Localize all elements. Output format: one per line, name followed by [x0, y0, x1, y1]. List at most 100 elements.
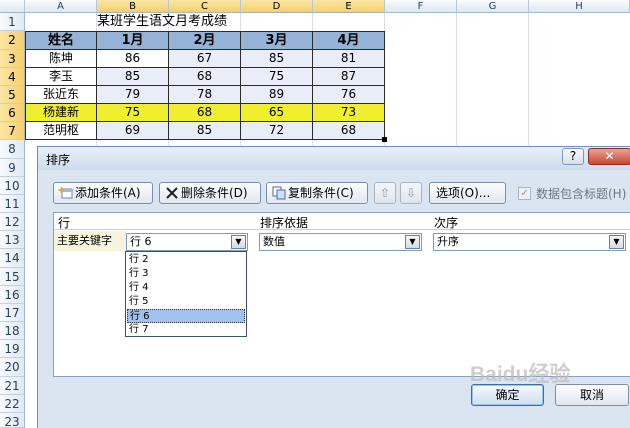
sheet-title[interactable]: 某班学生语文月考成绩	[97, 13, 227, 31]
row-header[interactable]: 19	[0, 340, 25, 358]
row-header[interactable]: 3	[0, 50, 25, 68]
score-cell[interactable]: 72	[241, 122, 313, 140]
score-cell-highlighted[interactable]: 73	[313, 104, 385, 122]
move-up-button[interactable]: ⇧	[374, 182, 396, 204]
header-cell-month[interactable]: 1月	[97, 31, 169, 50]
column-header-b[interactable]: B	[97, 0, 169, 13]
score-cell[interactable]: 81	[313, 50, 385, 68]
row-header[interactable]: 15	[0, 268, 25, 286]
delete-x-icon	[164, 186, 180, 200]
sort-on-value: 数值	[263, 235, 285, 248]
column-header-c[interactable]: C	[169, 0, 241, 13]
name-cell[interactable]: 张近东	[25, 86, 97, 104]
dialog-titlebar[interactable]: 排序 ? ✕	[38, 147, 630, 170]
score-cell[interactable]: 76	[313, 86, 385, 104]
help-button[interactable]: ?	[562, 148, 584, 165]
row-header[interactable]: 20	[0, 358, 25, 377]
delete-condition-label: 删除条件(D)	[181, 186, 248, 200]
row-header[interactable]: 10	[0, 177, 25, 195]
row-header[interactable]: 2	[0, 31, 25, 50]
arrow-down-icon: ⇩	[405, 186, 417, 200]
score-cell[interactable]: 69	[97, 122, 169, 140]
header-checkbox-label: 数据包含标题(H)	[536, 187, 627, 201]
score-cell[interactable]: 86	[97, 50, 169, 68]
name-cell[interactable]: 范明枢	[25, 122, 97, 140]
sort-on-select[interactable]: 数值 ▼	[259, 233, 422, 251]
name-cell-highlighted[interactable]: 杨建新	[25, 104, 97, 122]
column-label-row: 行	[58, 216, 71, 230]
dropdown-option[interactable]: 行 3	[127, 267, 245, 281]
score-cell[interactable]: 75	[241, 68, 313, 86]
copy-condition-label: 复制条件(C)	[288, 186, 354, 200]
header-cell-month[interactable]: 4月	[313, 31, 385, 50]
add-condition-label: 添加条件(A)	[75, 186, 141, 200]
copy-icon	[271, 186, 287, 200]
column-label-order: 次序	[434, 216, 459, 230]
row-header[interactable]: 7	[0, 122, 25, 140]
score-cell[interactable]: 87	[313, 68, 385, 86]
score-cell[interactable]: 79	[97, 86, 169, 104]
column-header-d[interactable]: D	[241, 0, 313, 13]
row-header[interactable]: 9	[0, 159, 25, 177]
score-cell[interactable]: 78	[169, 86, 241, 104]
dropdown-option[interactable]: 行 7	[127, 323, 245, 337]
row-header[interactable]: 14	[0, 249, 25, 268]
name-cell[interactable]: 陈坤	[25, 50, 97, 68]
svg-text:✚: ✚	[58, 186, 65, 195]
name-cell[interactable]: 李玉	[25, 68, 97, 86]
row-header[interactable]: 6	[0, 104, 25, 122]
header-cell-month[interactable]: 2月	[169, 31, 241, 50]
move-down-button[interactable]: ⇩	[400, 182, 422, 204]
score-cell[interactable]: 85	[169, 122, 241, 140]
row-header[interactable]: 5	[0, 86, 25, 104]
sort-key-select[interactable]: 行 6 ▼	[126, 233, 248, 251]
column-header-h[interactable]: H	[529, 0, 630, 13]
row-header[interactable]: 11	[0, 195, 25, 213]
header-checkbox[interactable]: ✓	[518, 187, 531, 200]
dropdown-option[interactable]: 行 2	[127, 253, 245, 267]
score-cell[interactable]: 67	[169, 50, 241, 68]
chevron-down-icon[interactable]: ▼	[231, 235, 246, 249]
column-header-a[interactable]: A	[25, 0, 97, 13]
score-cell[interactable]: 85	[97, 68, 169, 86]
row-header[interactable]: 4	[0, 68, 25, 86]
score-cell[interactable]: 85	[241, 50, 313, 68]
fill-handle[interactable]	[382, 137, 387, 142]
dropdown-option[interactable]: 行 5	[127, 295, 245, 309]
row-header[interactable]: 18	[0, 322, 25, 340]
row-header[interactable]: 22	[0, 395, 25, 413]
chevron-down-icon[interactable]: ▼	[609, 235, 624, 249]
row-header[interactable]: 8	[0, 140, 25, 159]
add-condition-icon: ✚	[58, 186, 74, 200]
delete-condition-button[interactable]: 删除条件(D)	[159, 182, 261, 204]
options-button[interactable]: 选项(O)...	[429, 182, 506, 204]
row-header[interactable]: 13	[0, 231, 25, 249]
column-header-f[interactable]: F	[385, 0, 457, 13]
score-cell-highlighted[interactable]: 75	[97, 104, 169, 122]
row-header[interactable]: 12	[0, 213, 25, 231]
order-select[interactable]: 升序 ▼	[433, 233, 626, 251]
row-header[interactable]: 21	[0, 377, 25, 395]
row-header[interactable]: 23	[0, 413, 25, 428]
column-header-e[interactable]: E	[313, 0, 385, 13]
select-all-corner[interactable]	[0, 0, 25, 13]
score-cell[interactable]: 68	[313, 122, 385, 140]
add-condition-button[interactable]: ✚ 添加条件(A)	[53, 182, 153, 204]
row-header[interactable]: 1	[0, 13, 25, 31]
watermark-logo: Baidu经验	[470, 363, 571, 386]
column-header-g[interactable]: G	[457, 0, 529, 13]
close-button[interactable]: ✕	[588, 148, 630, 165]
chevron-down-icon[interactable]: ▼	[405, 235, 420, 249]
score-cell-highlighted[interactable]: 68	[169, 104, 241, 122]
order-value: 升序	[437, 235, 459, 248]
row-header[interactable]: 16	[0, 286, 25, 304]
header-cell-month[interactable]: 3月	[241, 31, 313, 50]
score-cell[interactable]: 89	[241, 86, 313, 104]
row-header[interactable]: 17	[0, 304, 25, 322]
dropdown-option-selected[interactable]: 行 6	[127, 309, 245, 323]
header-cell-name[interactable]: 姓名	[25, 31, 97, 50]
dropdown-option[interactable]: 行 4	[127, 281, 245, 295]
copy-condition-button[interactable]: 复制条件(C)	[266, 182, 368, 204]
score-cell[interactable]: 68	[169, 68, 241, 86]
score-cell-highlighted[interactable]: 65	[241, 104, 313, 122]
